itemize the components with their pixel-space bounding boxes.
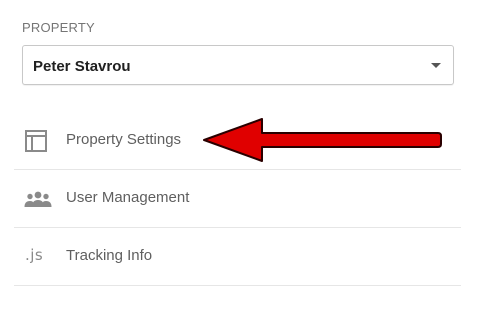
menu-item-label: Property Settings (66, 131, 182, 148)
menu-item-user-management[interactable]: User Management (14, 170, 461, 228)
property-select[interactable]: Peter Stavrou (22, 45, 454, 85)
property-settings-icon (24, 130, 48, 152)
js-icon-text: .js (25, 246, 44, 264)
menu-item-label: Tracking Info (66, 247, 153, 264)
menu-item-label: User Management (66, 189, 190, 206)
red-arrow-annotation (203, 118, 442, 162)
js-icon: .js (24, 246, 48, 268)
menu-item-tracking-info[interactable]: .js Tracking Info (14, 228, 461, 286)
property-section-label: PROPERTY (22, 20, 95, 35)
users-icon (24, 188, 52, 210)
chevron-down-icon (431, 63, 441, 68)
admin-property-panel: PROPERTY Peter Stavrou Property Settings (0, 0, 493, 312)
property-select-value: Peter Stavrou (33, 58, 131, 75)
